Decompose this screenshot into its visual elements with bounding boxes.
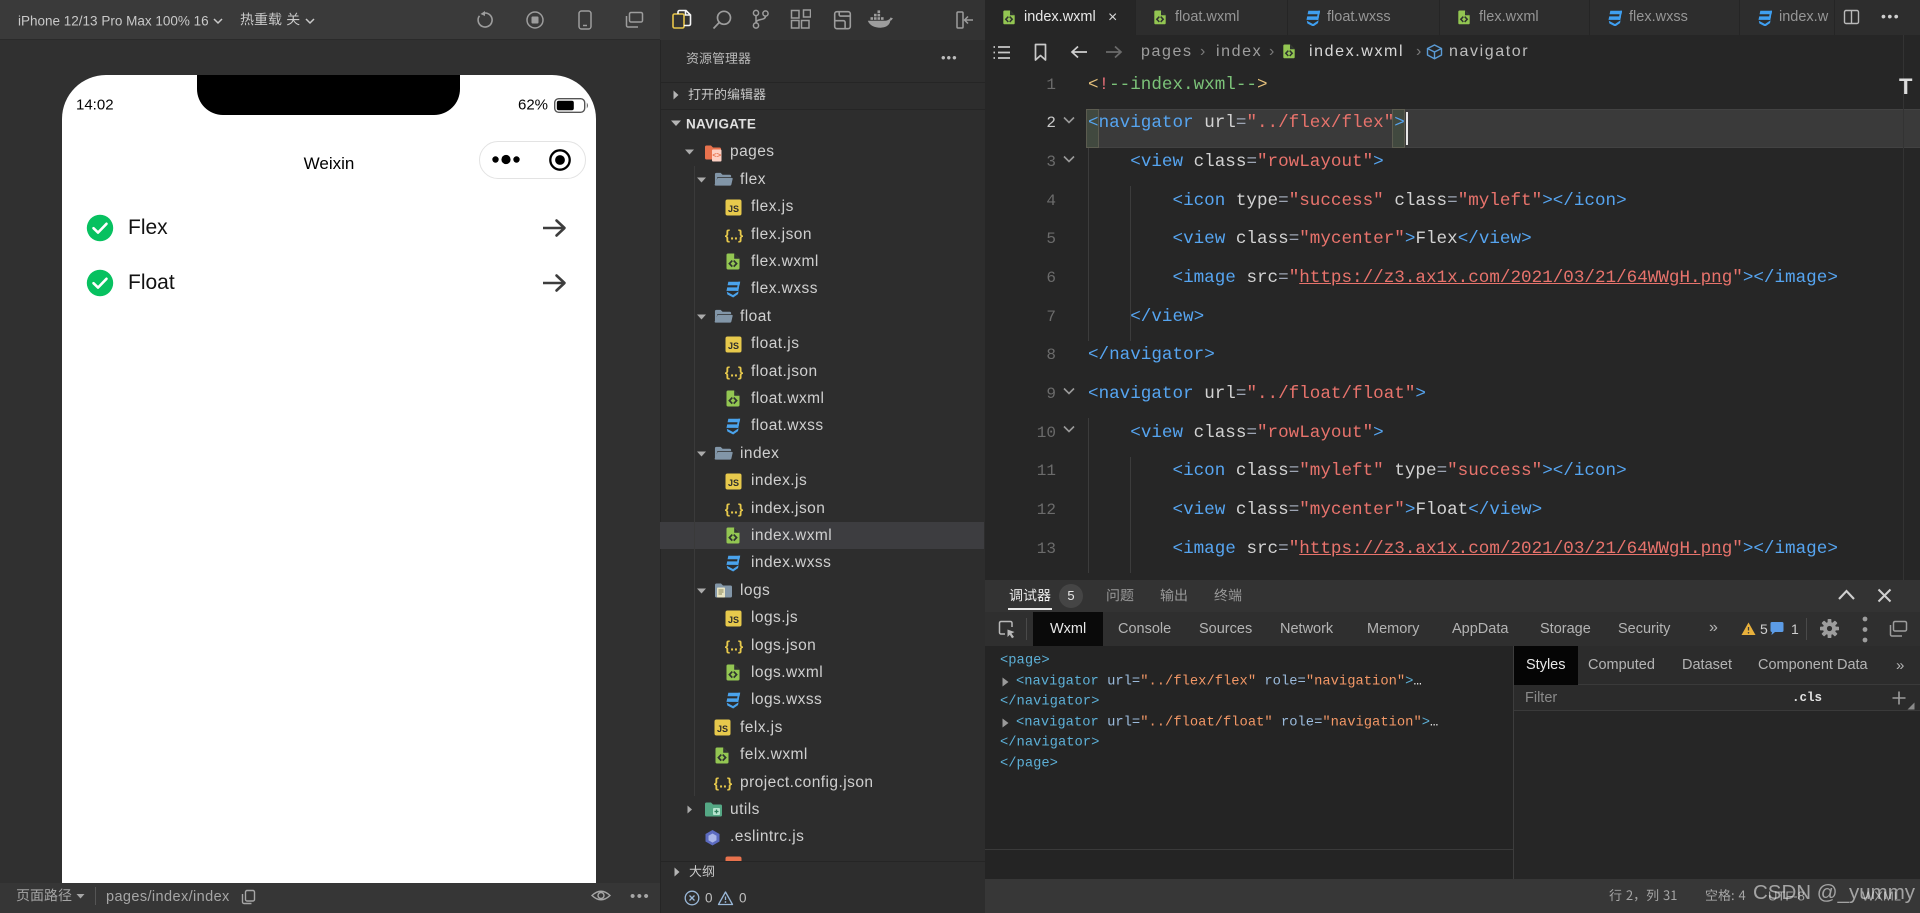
svg-text:{..}: {..} (714, 775, 732, 791)
svg-text:{..}: {..} (725, 501, 743, 517)
svg-text:JS: JS (728, 614, 739, 624)
svg-text:{..}: {..} (725, 364, 743, 380)
svg-text:{..}: {..} (725, 638, 743, 654)
svg-text:JS: JS (728, 340, 739, 350)
svg-text:JS: JS (728, 477, 739, 487)
svg-text:JS: JS (717, 724, 728, 734)
svg-text:JS: JS (728, 203, 739, 213)
svg-text:{..}: {..} (725, 227, 743, 243)
svg-text:<>: <> (712, 150, 721, 159)
